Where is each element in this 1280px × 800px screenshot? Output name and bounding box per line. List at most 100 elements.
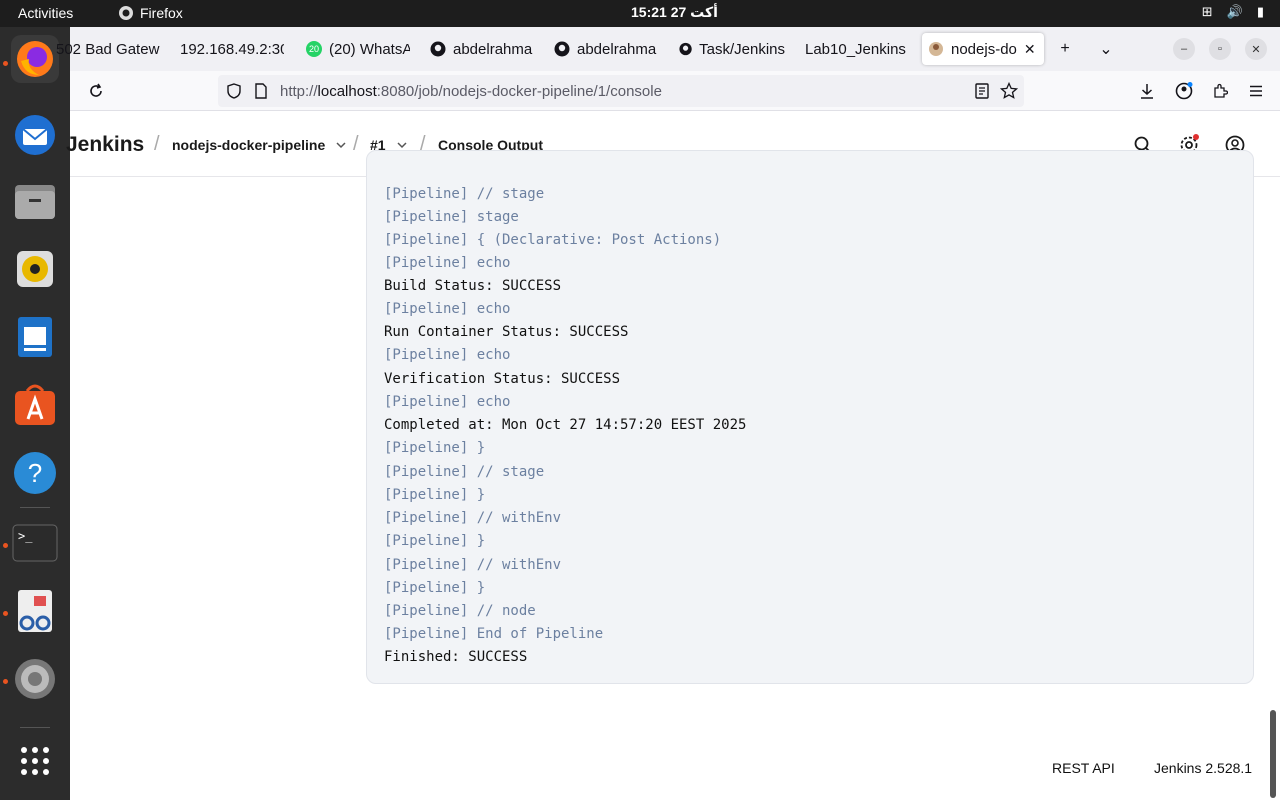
system-top-bar: Activities Firefox 15:21 27 أكت ⊞ 🔊 ▮ [0, 0, 1280, 27]
reload-icon [90, 83, 102, 97]
breadcrumb-separator: / [154, 133, 160, 155]
dock-separator [20, 507, 50, 508]
maximize-icon: ▫ [1218, 43, 1222, 55]
network-icon: ⊞ [1201, 4, 1213, 19]
firefox-icon [17, 41, 53, 77]
jenkins-version-link[interactable]: Jenkins 2.528.1 [1154, 760, 1252, 776]
tab-title: (20) WhatsA [329, 40, 410, 58]
dock-help[interactable]: ? [11, 449, 59, 497]
app-name: Firefox [140, 5, 183, 21]
maximize-button[interactable]: ▫ [1209, 38, 1231, 60]
close-window-button[interactable]: ✕ [1245, 38, 1267, 60]
console-line: [Pipeline] End of Pipeline [384, 626, 604, 642]
console-output: [Pipeline] // stage [Pipeline] stage [Pi… [366, 150, 1254, 684]
page-scrollbar[interactable] [1270, 710, 1276, 798]
show-apps-button[interactable] [11, 737, 59, 785]
github-icon [554, 41, 570, 57]
dock-software[interactable] [11, 381, 59, 429]
reader-view-icon[interactable] [974, 83, 990, 99]
firefox-icon [119, 6, 133, 20]
breadcrumb-job-label: nodejs-docker-pipeline [172, 137, 326, 153]
tab-nodejs-docker-pipeline[interactable]: nodejs-do ✕ [922, 33, 1044, 65]
puzzle-icon [1214, 83, 1228, 98]
dock-document-viewer[interactable] [11, 587, 59, 635]
tab-github-2[interactable]: abdelrahma [554, 33, 660, 65]
extensions-button[interactable] [1208, 79, 1232, 103]
clock[interactable]: 15:21 27 أكت [631, 4, 718, 21]
shield-icon [227, 83, 241, 99]
tab-title: abdelrahma [453, 40, 533, 58]
tab-title: 192.168.49.2:30 [180, 40, 284, 58]
console-line: [Pipeline] echo [384, 394, 511, 410]
url-text[interactable]: http://localhost:8080/job/nodejs-docker-… [280, 83, 662, 100]
console-line: [Pipeline] stage [384, 209, 519, 225]
dock-firefox[interactable] [11, 35, 59, 83]
tab-502-bad-gateway[interactable]: 502 Bad Gatewa [56, 33, 160, 65]
svg-text:>_: >_ [18, 529, 33, 543]
dock-rhythmbox[interactable] [11, 245, 59, 293]
plus-icon: + [1060, 40, 1070, 57]
folder-icon [15, 185, 55, 219]
hamburger-icon [1250, 85, 1262, 97]
new-tab-button[interactable]: + [1053, 37, 1077, 61]
dock-writer[interactable] [11, 313, 59, 361]
app-grid-icon [21, 747, 49, 775]
dock-files[interactable] [11, 177, 59, 225]
console-line: [Pipeline] // stage [384, 464, 545, 480]
console-line: Finished: SUCCESS [384, 649, 528, 665]
tab-minikube-service[interactable]: 192.168.49.2:30 [180, 33, 284, 65]
navigation-bar: http://localhost:8080/job/nodejs-docker-… [70, 71, 1280, 111]
console-line: [Pipeline] echo [384, 347, 511, 363]
tab-whatsapp[interactable]: 20 (20) WhatsA [306, 33, 410, 65]
page-icon [255, 83, 267, 99]
breadcrumb-job[interactable]: nodejs-docker-pipeline [172, 137, 347, 153]
tab-github-1[interactable]: abdelrahma [430, 33, 536, 65]
console-line: [Pipeline] } [384, 580, 486, 596]
github-icon [430, 41, 446, 57]
activities-button[interactable]: Activities [18, 5, 73, 21]
minimize-button[interactable]: – [1173, 38, 1195, 60]
rhythmbox-icon [17, 251, 53, 287]
account-button[interactable] [1172, 79, 1196, 103]
tab-github-task-jenkins[interactable]: Task/Jenkins [679, 33, 785, 65]
chevron-down-icon: ⌄ [1099, 41, 1113, 58]
tab-title: nodejs-do [951, 40, 1017, 58]
rest-api-link[interactable]: REST API [1052, 760, 1115, 776]
reload-button[interactable] [84, 79, 108, 103]
dock-separator [20, 727, 50, 728]
console-line: [Pipeline] // withEnv [384, 510, 562, 526]
console-line: Run Container Status: SUCCESS [384, 324, 629, 340]
bookmark-star-icon[interactable] [1000, 82, 1018, 100]
console-line: Build Status: SUCCESS [384, 278, 562, 294]
jenkins-logo-text[interactable]: Jenkins [66, 133, 144, 157]
running-indicator [3, 611, 8, 616]
tab-title: Lab10_Jenkins [805, 40, 906, 58]
dock-thunderbird[interactable] [11, 111, 59, 159]
console-line: [Pipeline] echo [384, 255, 511, 271]
battery-icon: ▮ [1256, 4, 1264, 19]
app-menu[interactable]: Firefox [118, 5, 183, 21]
downloads-button[interactable] [1135, 79, 1159, 103]
console-line: Completed at: Mon Oct 27 14:57:20 EEST 2… [384, 417, 747, 433]
chevron-down-icon[interactable] [335, 139, 347, 151]
menu-button[interactable] [1244, 79, 1268, 103]
console-line: [Pipeline] } [384, 440, 486, 456]
account-icon [1175, 82, 1193, 100]
close-icon: ✕ [1251, 43, 1261, 56]
list-all-tabs-button[interactable]: ⌄ [1094, 37, 1118, 61]
console-line: [Pipeline] echo [384, 301, 511, 317]
console-line: Verification Status: SUCCESS [384, 371, 621, 387]
app-center-icon [15, 384, 55, 425]
help-icon: ? [14, 452, 56, 494]
url-bar[interactable]: http://localhost:8080/job/nodejs-docker-… [218, 75, 1024, 107]
dock-settings[interactable] [11, 655, 59, 703]
tab-lab10-jenkins[interactable]: Lab10_Jenkins [805, 33, 911, 65]
close-tab-icon[interactable]: ✕ [1024, 41, 1036, 58]
tab-bar: 502 Bad Gatewa 192.168.49.2:30 20 (20) W… [56, 27, 1280, 71]
document-viewer-icon [18, 590, 52, 632]
system-tray[interactable]: ⊞ 🔊 ▮ [1202, 4, 1264, 20]
running-indicator [3, 679, 8, 684]
running-indicator [3, 61, 8, 66]
settings-icon [15, 659, 55, 699]
dock-terminal[interactable]: >_ [11, 519, 59, 567]
